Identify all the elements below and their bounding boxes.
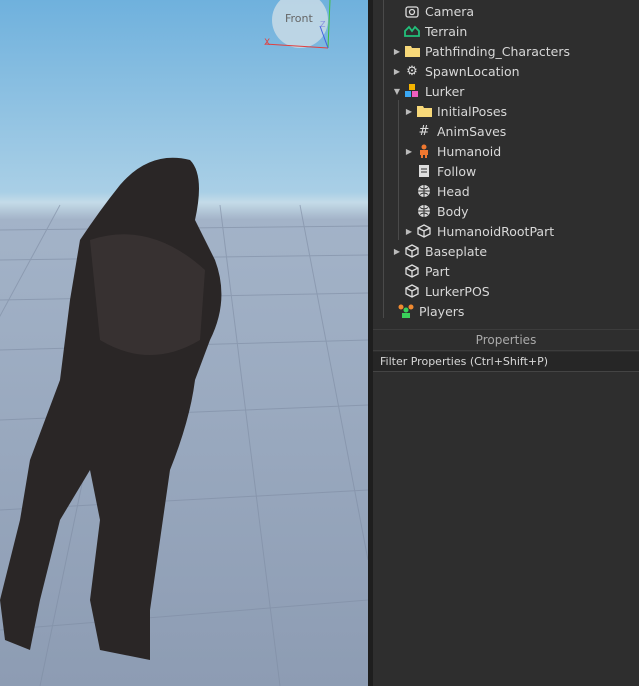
x-axis-label: X [264,38,271,48]
explorer-item-label: LurkerPOS [425,283,490,299]
explorer-item-label: Follow [437,163,477,179]
script-icon [415,163,433,179]
explorer-item-spawnlocation[interactable]: ▶ ⚙ SpawnLocation [391,61,520,81]
part-icon [403,243,421,259]
explorer-item-part[interactable]: Part [391,261,450,281]
z-axis-label: Z [320,20,326,29]
explorer-item-camera[interactable]: Camera [391,1,474,21]
humanoid-icon [415,143,433,159]
hash-icon: # [418,123,430,139]
explorer-item-body[interactable]: Body [403,201,469,221]
explorer-item-label: Body [437,203,469,219]
mesh-icon [415,183,433,199]
explorer-item-pathfinding-characters[interactable]: ▶ Pathfinding_Characters [391,41,570,61]
explorer-item-label: Lurker [425,83,465,99]
expand-arrow-icon[interactable]: ▶ [403,107,415,116]
filter-properties-input[interactable]: Filter Properties (Ctrl+Shift+P) [373,352,639,372]
explorer-item-label: Players [419,303,465,319]
expand-arrow-icon[interactable]: ▶ [391,67,403,76]
explorer-panel: Camera Terrain ▶ Pathfinding_Characters ▶ ⚙ Sp… [373,0,639,324]
3d-viewport[interactable]: Front X Z [0,0,368,686]
model-icon [403,83,421,99]
players-icon [397,303,415,319]
folder-icon [415,103,433,119]
part-icon [403,283,421,299]
properties-body [373,373,639,686]
expand-arrow-icon[interactable]: ▶ [391,247,403,256]
expand-arrow-icon[interactable]: ▶ [391,47,403,56]
explorer-item-label: Humanoid [437,143,502,159]
explorer-item-label: Pathfinding_Characters [425,43,570,59]
view-cube-label[interactable]: Front [285,12,313,25]
scene [0,0,368,686]
explorer-item-lurker[interactable]: ▼ Lurker [391,81,465,101]
part-icon [415,223,433,239]
explorer-item-humanoidrootpart[interactable]: ▶ HumanoidRootPart [403,221,554,241]
part-icon [403,263,421,279]
terrain-icon [403,23,421,39]
explorer-item-initialposes[interactable]: ▶ InitialPoses [403,101,507,121]
explorer-item-lurkerpos[interactable]: LurkerPOS [391,281,490,301]
explorer-item-players[interactable]: Players [383,301,464,321]
explorer-item-baseplate[interactable]: ▶ Baseplate [391,241,487,261]
mesh-icon [415,203,433,219]
explorer-item-follow[interactable]: Follow [403,161,476,181]
explorer-item-label: InitialPoses [437,103,508,119]
collapse-arrow-icon[interactable]: ▼ [391,87,403,96]
camera-icon [403,3,421,19]
explorer-item-terrain[interactable]: Terrain [391,21,467,41]
properties-header: Properties [373,329,639,351]
lurker-character [0,157,222,660]
explorer-item-label: Part [425,263,450,279]
spawn-location-icon: ⚙ [406,63,418,79]
explorer-item-label: Baseplate [425,243,488,259]
explorer-item-animsaves[interactable]: # AnimSaves [403,121,507,141]
explorer-item-label: HumanoidRootPart [437,223,555,239]
explorer-item-label: SpawnLocation [425,63,520,79]
folder-icon [403,43,421,59]
expand-arrow-icon[interactable]: ▶ [403,147,415,156]
explorer-item-label: Terrain [425,23,468,39]
explorer-item-label: Camera [425,3,475,19]
explorer-item-label: AnimSaves [437,123,507,139]
expand-arrow-icon[interactable]: ▶ [403,227,415,236]
explorer-item-humanoid[interactable]: ▶ Humanoid [403,141,501,161]
explorer-item-label: Head [437,183,470,199]
explorer-item-head[interactable]: Head [403,181,470,201]
